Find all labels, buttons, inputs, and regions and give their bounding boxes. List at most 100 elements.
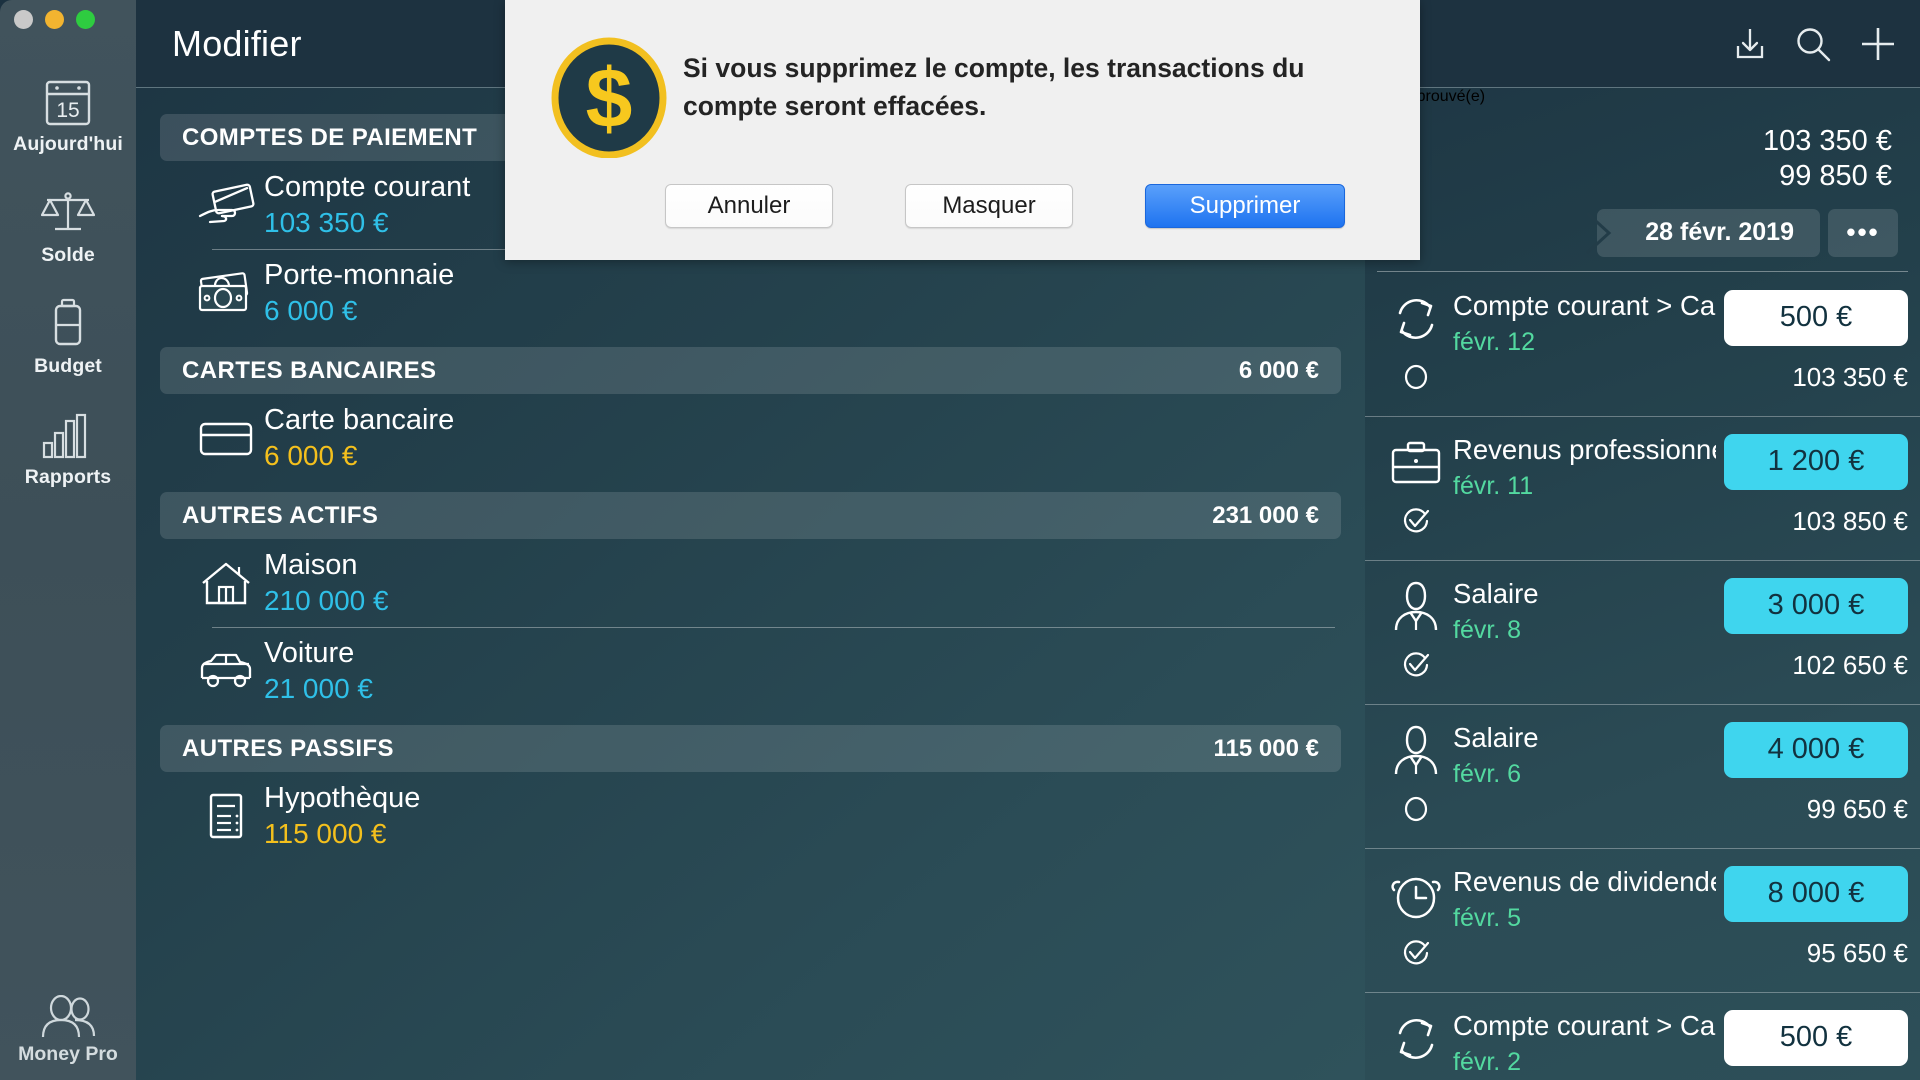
transaction-amount[interactable]: 500 € — [1724, 1009, 1908, 1066]
transaction-date: févr. 5 — [1453, 903, 1522, 932]
transaction-title: Revenus professionnels — [1453, 433, 1716, 465]
transaction-date: févr. 6 — [1453, 759, 1522, 788]
account-name: Maison — [264, 548, 358, 581]
circle-check-icon[interactable] — [1401, 938, 1431, 968]
sidebar-item-today[interactable]: 15 Aujourd'hui — [0, 72, 136, 156]
more-options-button[interactable]: ••• — [1828, 208, 1898, 257]
account-group-header[interactable]: CARTES BANCAIRES 6 000 € — [160, 347, 1341, 394]
transfer-icon — [1388, 1006, 1444, 1072]
sidebar-footer-label: Money Pro — [18, 1043, 118, 1065]
car-icon — [198, 650, 264, 692]
account-row[interactable]: Hypothèque 115 000 € — [160, 772, 1341, 860]
transaction-date: févr. 2 — [1453, 1047, 1522, 1076]
circle-empty-icon[interactable] — [1401, 794, 1431, 824]
transaction-row[interactable]: Salaire févr. 6 4 000 € 99 650 € — [1365, 703, 1920, 848]
dialog-message: Si vous supprimez le compte, les transac… — [683, 53, 1305, 121]
group-total: 115 000 € — [1213, 734, 1319, 762]
download-icon[interactable] — [1732, 26, 1768, 62]
account-group-header[interactable]: AUTRES PASSIFS 115 000 € — [160, 725, 1341, 772]
sidebar: 15 Aujourd'hui Solde Budget Rapports Mon… — [0, 0, 136, 1080]
window-traffic-lights[interactable] — [14, 10, 95, 29]
date-control: 28 févr. 2019 ••• — [1365, 195, 1920, 257]
svg-text:15: 15 — [56, 99, 79, 122]
transaction-date: févr. 8 — [1453, 615, 1522, 644]
transaction-title: Revenus de dividendes (Transac...) — [1453, 865, 1716, 897]
date-display[interactable]: 28 févr. 2019 — [1586, 208, 1820, 257]
sidebar-item-label: Rapports — [24, 466, 112, 488]
transaction-row[interactable]: Salaire févr. 8 3 000 € 102 650 € — [1365, 559, 1920, 704]
transaction-row[interactable]: Compte courant > Carte bancaire févr. 2 … — [1365, 991, 1920, 1080]
account-row[interactable]: Carte bancaire 6 000 € — [160, 394, 1341, 482]
account-amount: 210 000 € — [264, 584, 389, 616]
zoom-window-button[interactable] — [76, 10, 95, 29]
group-name: AUTRES PASSIFS — [182, 734, 394, 762]
sidebar-item-budget[interactable]: Budget — [0, 294, 136, 378]
account-name: Porte-monnaie — [264, 258, 455, 291]
sidebar-items: 15 Aujourd'hui Solde Budget Rapports — [0, 72, 136, 516]
account-row[interactable]: Voiture 21 000 € — [160, 627, 1341, 715]
search-icon[interactable] — [1794, 25, 1832, 63]
transaction-row[interactable]: Revenus professionnels févr. 11 1 200 € … — [1365, 415, 1920, 560]
transaction-amount[interactable]: 1 200 € — [1724, 433, 1908, 490]
briefcase-icon — [1388, 430, 1444, 496]
sidebar-item-label: Aujourd'hui — [13, 133, 123, 155]
delete-button[interactable]: Supprimer — [1145, 184, 1345, 228]
transaction-date: févr. 12 — [1453, 327, 1535, 356]
account-row[interactable]: Porte-monnaie 6 000 € — [160, 249, 1341, 337]
transaction-date: févr. 11 — [1453, 471, 1534, 500]
total-primary: 103 350 € — [1762, 125, 1892, 157]
app-window: 15 Aujourd'hui Solde Budget Rapports Mon… — [0, 0, 1920, 1080]
sidebar-item-label: Solde — [41, 244, 95, 266]
account-row[interactable]: Maison 210 000 € — [160, 539, 1341, 627]
account-amount: 21 000 € — [264, 672, 373, 704]
circle-empty-icon[interactable] — [1401, 362, 1431, 392]
sidebar-footer[interactable]: Money Pro — [0, 995, 136, 1066]
transaction-title: Salaire — [1453, 577, 1539, 609]
dialog-buttons: Annuler Masquer Supprimer — [505, 158, 1420, 228]
close-window-button[interactable] — [14, 10, 33, 29]
transaction-list: Compte courant > Carte bancaire févr. 12… — [1365, 272, 1920, 1080]
chevron-right-icon — [1579, 209, 1619, 257]
bar-chart-icon — [42, 405, 94, 459]
hide-button[interactable]: Masquer — [905, 184, 1073, 228]
account-amount: 115 000 € — [264, 817, 387, 849]
minimize-window-button[interactable] — [45, 10, 64, 29]
hand-card-icon — [198, 182, 264, 228]
sidebar-item-reports[interactable]: Rapports — [0, 405, 136, 489]
group-name: COMPTES DE PAIEMENT — [182, 123, 478, 151]
page-title: Modifier — [172, 22, 302, 64]
total-secondary: 99 850 € — [1779, 160, 1892, 193]
circle-check-icon[interactable] — [1401, 506, 1431, 536]
transaction-title: Salaire — [1453, 721, 1539, 753]
running-balance: 103 850 € — [1792, 505, 1908, 536]
ellipsis-icon: ••• — [1846, 217, 1880, 248]
sidebar-item-balance[interactable]: Solde — [0, 183, 136, 267]
transaction-row[interactable]: Compte courant > Carte bancaire févr. 12… — [1365, 272, 1920, 416]
group-total: 231 000 € — [1212, 501, 1319, 529]
house-icon — [198, 559, 264, 607]
account-amount: 6 000 € — [264, 294, 358, 326]
panel-totals: 103 350 € 99 850 € — [1365, 106, 1920, 195]
transaction-amount[interactable]: 500 € — [1724, 289, 1908, 346]
account-amount: 103 350 € — [264, 206, 389, 238]
people-icon — [37, 995, 99, 1039]
transaction-row[interactable]: Revenus de dividendes (Transac...) févr.… — [1365, 847, 1920, 992]
transaction-amount[interactable]: 4 000 € — [1724, 721, 1908, 778]
person-icon — [1388, 574, 1444, 640]
account-name: Hypothèque — [264, 781, 421, 814]
transactions-panel: Non approuvé(e) 103 350 € 99 850 € 28 fé… — [1365, 0, 1920, 1080]
cancel-button[interactable]: Annuler — [665, 184, 833, 228]
transaction-amount[interactable]: 8 000 € — [1724, 865, 1908, 922]
account-group-header[interactable]: AUTRES ACTIFS 231 000 € — [160, 492, 1341, 539]
scales-icon — [41, 183, 95, 237]
account-name: Compte courant — [264, 170, 471, 203]
account-name: Voiture — [264, 636, 355, 669]
plus-icon[interactable] — [1858, 24, 1898, 64]
credit-card-icon — [198, 415, 264, 461]
group-total: 6 000 € — [1238, 356, 1319, 384]
transaction-amount[interactable]: 3 000 € — [1724, 577, 1908, 634]
alarm-clock-icon — [1388, 862, 1444, 928]
circle-check-icon[interactable] — [1401, 650, 1431, 680]
running-balance: 99 650 € — [1806, 793, 1908, 824]
document-icon — [198, 792, 264, 840]
